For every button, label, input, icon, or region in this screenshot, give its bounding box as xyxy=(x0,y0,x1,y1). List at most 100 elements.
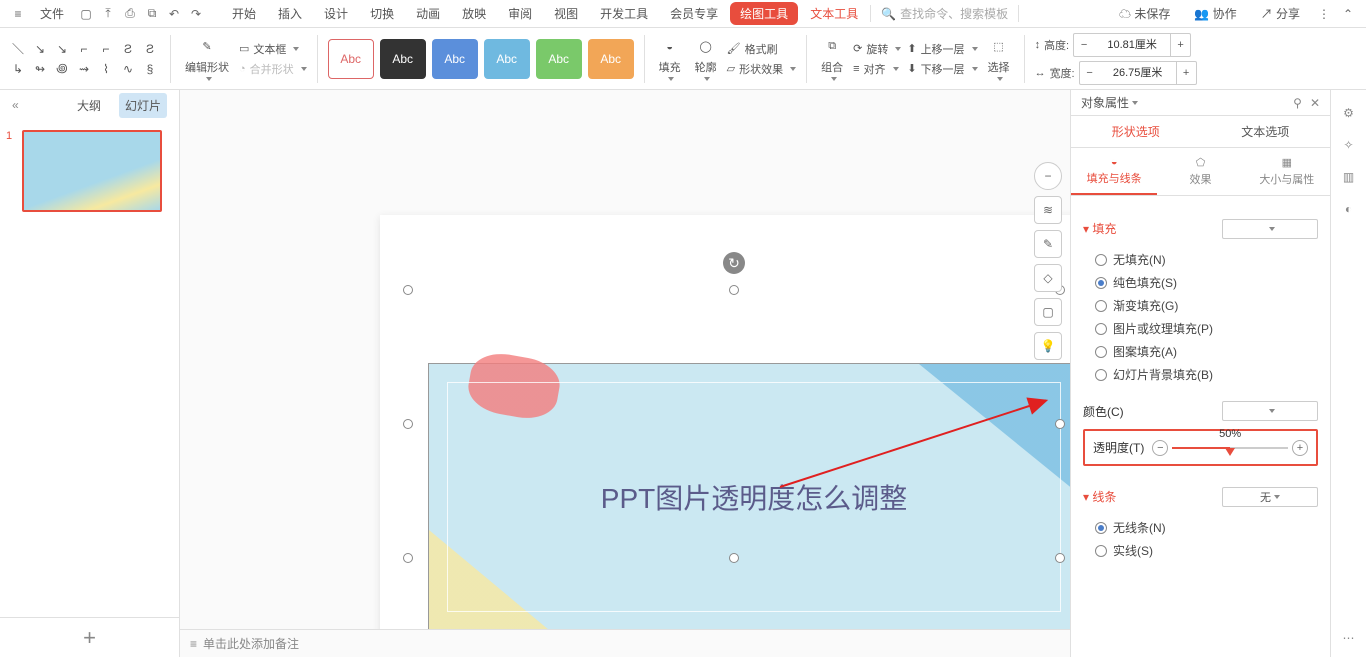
radio-pattern-fill[interactable]: 图案填充(A) xyxy=(1095,343,1318,360)
trans-slider[interactable]: 50% xyxy=(1172,442,1288,454)
fill-button[interactable]: ◒填充 xyxy=(655,37,685,81)
handle-sw[interactable] xyxy=(403,553,413,563)
combine-button[interactable]: ⧉组合 xyxy=(817,37,847,81)
radio-no-line[interactable]: 无线条(N) xyxy=(1095,519,1318,536)
line-preset-select[interactable]: 无 xyxy=(1222,487,1318,507)
pin-icon[interactable]: ⚲ xyxy=(1293,96,1302,110)
style-preset-2[interactable]: Abc xyxy=(380,39,426,79)
subtab-size[interactable]: ▦大小与属性 xyxy=(1244,148,1330,195)
tab-slideshow[interactable]: 放映 xyxy=(452,1,496,26)
radio-solid-line[interactable]: 实线(S) xyxy=(1095,542,1318,559)
textbox-button[interactable]: ▭文本框 xyxy=(239,41,307,57)
select-button[interactable]: ⬚选择 xyxy=(984,37,1014,81)
edit-shape-button[interactable]: ✎ 编辑形状 xyxy=(181,37,233,81)
style-preset-3[interactable]: Abc xyxy=(432,39,478,79)
move-up-button[interactable]: ⬆上移一层 xyxy=(907,41,977,57)
tab-slides[interactable]: 幻灯片 xyxy=(119,93,167,118)
fill-preset-select[interactable] xyxy=(1222,219,1318,239)
share-button[interactable]: ↗ 分享 xyxy=(1251,1,1310,26)
tab-outline[interactable]: 大纲 xyxy=(71,93,107,118)
height-input[interactable]: −10.81厘米+ xyxy=(1073,33,1191,57)
tab-animation[interactable]: 动画 xyxy=(406,1,450,26)
width-minus[interactable]: − xyxy=(1080,62,1100,84)
tab-review[interactable]: 审阅 xyxy=(498,1,542,26)
style-preset-4[interactable]: Abc xyxy=(484,39,530,79)
radio-no-fill[interactable]: 无填充(N) xyxy=(1095,251,1318,268)
radio-solid-fill[interactable]: 纯色填充(S) xyxy=(1095,274,1318,291)
handle-n[interactable] xyxy=(729,285,739,295)
line-shapes-gallery[interactable]: ＼↘↘⌐⌐ƧƧ ↳↬꩜⇝⌇∿§ xyxy=(8,40,160,78)
notes-bar[interactable]: ≡ 单击此处添加备注 xyxy=(180,629,1070,657)
menu-file[interactable]: 文件 xyxy=(30,1,74,26)
new-icon[interactable]: ▢ xyxy=(76,4,96,24)
tab-text-tool[interactable]: 文本工具 xyxy=(800,1,868,26)
color-select[interactable] xyxy=(1222,401,1318,421)
collapse-ribbon-icon[interactable]: ⌃ xyxy=(1338,4,1358,24)
section-fill[interactable]: 填充 xyxy=(1083,220,1116,237)
radio-gradient-fill[interactable]: 渐变填充(G) xyxy=(1095,297,1318,314)
float-pen-icon[interactable]: ✎ xyxy=(1034,230,1062,258)
more-icon[interactable]: ⋮ xyxy=(1314,4,1334,24)
add-slide-button[interactable]: + xyxy=(0,617,179,657)
tab-start[interactable]: 开始 xyxy=(222,1,266,26)
width-plus[interactable]: + xyxy=(1176,62,1196,84)
shape-styles-gallery[interactable]: Abc Abc Abc Abc Abc Abc xyxy=(328,39,634,79)
close-panel-icon[interactable]: ✕ xyxy=(1310,96,1320,110)
section-line[interactable]: 线条 xyxy=(1083,488,1116,505)
slide-thumbnail-1[interactable] xyxy=(22,130,162,212)
radio-slidebg-fill[interactable]: 幻灯片背景填充(B) xyxy=(1095,366,1318,383)
rotate-handle[interactable]: ↻ xyxy=(723,252,745,274)
subtab-effect[interactable]: ⬠效果 xyxy=(1157,148,1243,195)
float-layers-icon[interactable]: ≋ xyxy=(1034,196,1062,224)
move-down-button[interactable]: ⬇下移一层 xyxy=(907,61,977,77)
tab-drawing-tool[interactable]: 绘图工具 xyxy=(730,2,798,25)
format-painter-button[interactable]: 🖌格式刷 xyxy=(727,41,796,57)
rotate-button[interactable]: ⟳旋转 xyxy=(853,41,901,57)
width-input[interactable]: −26.75厘米+ xyxy=(1079,61,1197,85)
float-rect-icon[interactable]: ▢ xyxy=(1034,298,1062,326)
trans-plus[interactable]: + xyxy=(1292,440,1308,456)
shape-effect-button[interactable]: ▱形状效果 xyxy=(727,61,796,77)
tab-design[interactable]: 设计 xyxy=(314,1,358,26)
tab-devtools[interactable]: 开发工具 xyxy=(590,1,658,26)
handle-nw[interactable] xyxy=(403,285,413,295)
hamburger-icon[interactable]: ≡ xyxy=(8,4,28,24)
open-icon[interactable]: ⤒ xyxy=(98,4,118,24)
subtab-fill-line[interactable]: ◒填充与线条 xyxy=(1071,148,1157,195)
side-tune-icon[interactable]: ⚙ xyxy=(1343,106,1354,120)
print-icon[interactable]: ⎙ xyxy=(120,4,140,24)
redo-icon[interactable]: ↷ xyxy=(186,4,206,24)
tab-shape-options[interactable]: 形状选项 xyxy=(1071,116,1201,147)
style-preset-1[interactable]: Abc xyxy=(328,39,374,79)
collapse-left-icon[interactable]: « xyxy=(12,98,19,112)
handle-w[interactable] xyxy=(403,419,413,429)
float-minus[interactable]: − xyxy=(1034,162,1062,190)
unsaved-label[interactable]: ☁ 未保存 xyxy=(1109,1,1180,26)
handle-s[interactable] xyxy=(729,553,739,563)
outline-button[interactable]: ◯轮廓 xyxy=(691,37,721,81)
align-button[interactable]: ≡对齐 xyxy=(853,61,901,77)
handle-se[interactable] xyxy=(1055,553,1065,563)
height-minus[interactable]: − xyxy=(1074,34,1094,56)
style-preset-5[interactable]: Abc xyxy=(536,39,582,79)
preview-icon[interactable]: ⧉ xyxy=(142,4,162,24)
tab-text-options[interactable]: 文本选项 xyxy=(1201,116,1331,147)
undo-icon[interactable]: ↶ xyxy=(164,4,184,24)
tab-insert[interactable]: 插入 xyxy=(268,1,312,26)
float-shape-icon[interactable]: ◇ xyxy=(1034,264,1062,292)
trans-minus[interactable]: − xyxy=(1152,440,1168,456)
tab-view[interactable]: 视图 xyxy=(544,1,588,26)
float-bulb-icon[interactable]: 💡 xyxy=(1034,332,1062,360)
height-plus[interactable]: + xyxy=(1170,34,1190,56)
collab-button[interactable]: 👥 协作 xyxy=(1184,1,1246,26)
tab-member[interactable]: 会员专享 xyxy=(660,1,728,26)
side-template-icon[interactable]: ▥ xyxy=(1343,170,1354,184)
side-more-icon[interactable]: ⋯ xyxy=(1343,631,1355,645)
handle-e[interactable] xyxy=(1055,419,1065,429)
selected-shape[interactable]: ↻ PPT图片透明度怎么调整 xyxy=(408,290,1060,558)
style-preset-6[interactable]: Abc xyxy=(588,39,634,79)
radio-picture-fill[interactable]: 图片或纹理填充(P) xyxy=(1095,320,1318,337)
tab-transition[interactable]: 切换 xyxy=(360,1,404,26)
side-star-icon[interactable]: ✧ xyxy=(1343,138,1353,152)
command-search[interactable]: 🔍查找命令、搜索模板 xyxy=(870,5,1019,22)
